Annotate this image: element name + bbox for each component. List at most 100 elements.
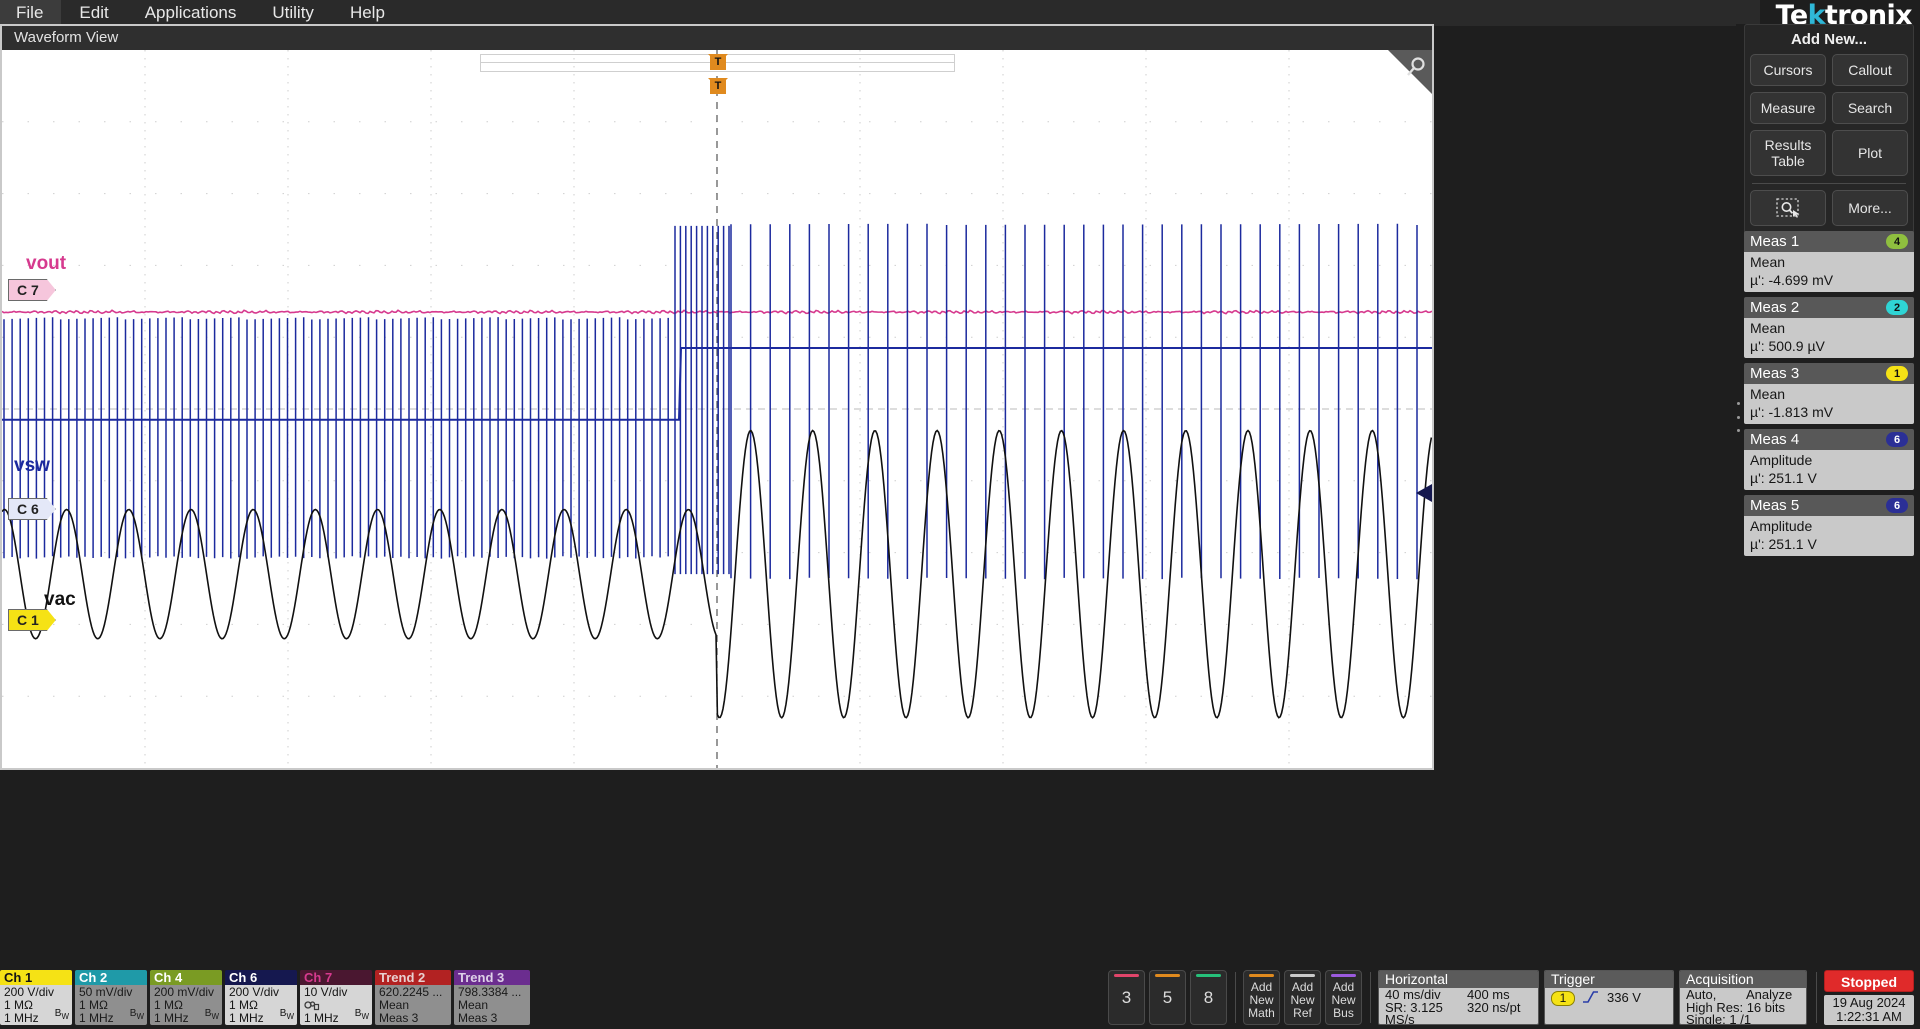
waveform-view-title: Waveform View [2, 26, 1432, 50]
trend-badge-2-source: Meas 3 [379, 1011, 419, 1025]
add-measure-button[interactable]: Measure [1750, 92, 1826, 124]
measurement-badge-5-type: Amplitude [1750, 518, 1813, 534]
run-stop-button[interactable]: Stopped [1824, 970, 1914, 992]
channel-badge-ch4[interactable]: Ch 4 200 mV/div 1 MΩ 1 MHz BW [150, 970, 222, 1025]
add-new-ref-button[interactable]: Add New Ref [1284, 970, 1321, 1025]
measurement-badge-4-header: Meas 4 6 [1744, 429, 1914, 450]
channel-badge-ch1[interactable]: Ch 1 200 V/div 1 MΩ 1 MHz BW [0, 970, 72, 1025]
trigger-marker-label-overview: T [710, 54, 726, 70]
trend-badge-3-name: Trend 3 [454, 970, 530, 985]
inactive-channel-button-3-label: 3 [1121, 987, 1132, 1007]
inactive-channel-button-3[interactable]: 3 [1108, 970, 1145, 1025]
measurement-badge-2[interactable]: Meas 2 2 Mean µ': 500.9 µV [1744, 297, 1914, 358]
measurement-badge-4-value: µ': 251.1 V [1750, 470, 1817, 486]
channel-badge-ch6[interactable]: Ch 6 200 V/div 1 MΩ 1 MHz BW [225, 970, 297, 1025]
waveform-view-panel[interactable]: Waveform View vout C 7 vsw C 6 vac C 1 T… [0, 24, 1434, 770]
zoom-corner-icon[interactable] [1388, 50, 1432, 94]
channel-badge-ch6-name: Ch 6 [225, 970, 297, 985]
add-new-ref-line3: Ref [1293, 1006, 1312, 1020]
menu-item-file[interactable]: File [0, 0, 62, 26]
measurement-badge-5-body: Amplitude µ': 251.1 V [1744, 516, 1914, 556]
measurement-badge-3-title: Meas 3 [1750, 365, 1800, 382]
trend-badge-2-body: 620.2245 ... Mean Meas 3 [375, 985, 451, 1025]
bottom-bar-divider-3 [1816, 972, 1817, 1023]
acquisition-panel[interactable]: Acquisition Auto, Analyze High Res: 16 bi… [1679, 970, 1807, 1025]
zoom-area-button[interactable] [1750, 190, 1826, 226]
channel-badge-ch6-bw-icon: BW [279, 1008, 294, 1021]
add-new-panel: Add New... Cursors Callout Measure Searc… [1744, 24, 1914, 235]
channel-badge-ch2[interactable]: Ch 2 50 mV/div 1 MΩ 1 MHz BW [75, 970, 147, 1025]
measurement-badge-5[interactable]: Meas 5 6 Amplitude µ': 251.1 V [1744, 495, 1914, 556]
time-text: 1:22:31 AM [1836, 1008, 1902, 1024]
channel-badge-ch1-body: 200 V/div 1 MΩ 1 MHz BW [0, 985, 72, 1025]
measurement-badge-2-body: Mean µ': 500.9 µV [1744, 318, 1914, 358]
measurement-badge-list: Meas 1 4 Mean µ': -4.699 mV Meas 2 2 Mea… [1744, 231, 1914, 561]
add-callout-button[interactable]: Callout [1832, 54, 1908, 86]
measurement-badge-2-value: µ': 500.9 µV [1750, 338, 1825, 354]
inactive-channel-button-8[interactable]: 8 [1190, 970, 1227, 1025]
menu-bar: File Edit Applications Utility Help [0, 0, 1760, 26]
trigger-source-badge[interactable]: 1 [1551, 990, 1575, 1006]
waveform-badge-c6[interactable]: C 6 [8, 498, 56, 520]
measurement-badge-5-header: Meas 5 6 [1744, 495, 1914, 516]
add-plot-button[interactable]: Plot [1832, 130, 1908, 176]
measurement-badge-3-type: Mean [1750, 386, 1786, 402]
inactive-channel-button-5-label: 5 [1162, 987, 1173, 1007]
graticule-area[interactable]: vout C 7 vsw C 6 vac C 1 [2, 50, 1432, 768]
horizontal-panel-body: 40 ms/div 400 ms SR: 3.125 MS/s 320 ns/pt … [1379, 988, 1538, 1024]
zoom-area-icon [1776, 198, 1800, 218]
measurement-badge-5-source: 6 [1886, 498, 1908, 513]
measurement-badge-5-value: µ': 251.1 V [1750, 536, 1817, 552]
inactive-channel-button-8-label: 8 [1203, 987, 1214, 1007]
trigger-panel[interactable]: Trigger 1 336 V [1544, 970, 1674, 1025]
acquisition-panel-body: Auto, Analyze High Res: 16 bits Single: 1… [1680, 988, 1806, 1025]
measurement-badge-4-type: Amplitude [1750, 452, 1813, 468]
channel-badge-ch7[interactable]: Ch 7 10 V/div 1 MHz BW [300, 970, 372, 1025]
add-search-button[interactable]: Search [1832, 92, 1908, 124]
horizontal-panel[interactable]: Horizontal 40 ms/div 400 ms SR: 3.125 MS/… [1378, 970, 1539, 1025]
measurement-badge-4[interactable]: Meas 4 6 Amplitude µ': 251.1 V [1744, 429, 1914, 490]
inactive-channel-button-5[interactable]: 5 [1149, 970, 1186, 1025]
measurement-badge-1[interactable]: Meas 1 4 Mean µ': -4.699 mV [1744, 231, 1914, 292]
bottom-control-bar: Ch 1 200 V/div 1 MΩ 1 MHz BW Ch 2 50 mV/… [0, 970, 1920, 1029]
channel-badge-ch2-body: 50 mV/div 1 MΩ 1 MHz BW [75, 985, 147, 1025]
measurement-badge-3-body: Mean µ': -1.813 mV [1744, 384, 1914, 424]
channel-badge-ch4-name: Ch 4 [150, 970, 222, 985]
measurement-badge-4-body: Amplitude µ': 251.1 V [1744, 450, 1914, 490]
measurement-badge-1-value: µ': -4.699 mV [1750, 272, 1834, 288]
run-status-group: Stopped 19 Aug 2024 1:22:31 AM [1824, 970, 1914, 1025]
acquisition-panel-title: Acquisition [1680, 971, 1806, 988]
channel-badge-ch1-bw-icon: BW [54, 1008, 69, 1021]
date-text: 19 Aug 2024 [1832, 995, 1906, 1010]
bottom-bar-divider-2 [1370, 972, 1371, 1023]
more-button[interactable]: More... [1832, 190, 1908, 226]
trend-badge-3-body: 798.3384 ... Mean Meas 3 [454, 985, 530, 1025]
menu-item-applications[interactable]: Applications [127, 0, 255, 26]
trigger-panel-title: Trigger [1545, 971, 1673, 988]
menu-item-utility[interactable]: Utility [254, 0, 332, 26]
trend-badge-3-source: Meas 3 [458, 1011, 498, 1025]
measurement-badge-3[interactable]: Meas 3 1 Mean µ': -1.813 mV [1744, 363, 1914, 424]
menu-item-help[interactable]: Help [332, 0, 403, 26]
channel-badge-ch1-name: Ch 1 [0, 970, 72, 985]
add-new-math-button[interactable]: Add New Math [1243, 970, 1280, 1025]
channel-level-arrow-c6[interactable] [1416, 482, 1432, 504]
add-results-table-button[interactable]: Results Table [1750, 130, 1826, 176]
menu-item-edit[interactable]: Edit [61, 0, 126, 26]
add-new-bus-button[interactable]: Add New Bus [1325, 970, 1362, 1025]
trigger-marker-main[interactable]: T [708, 78, 728, 100]
waveform-badge-c7[interactable]: C 7 [8, 279, 56, 301]
acquisition-single: Single: 1 /1 [1686, 1012, 1752, 1025]
add-new-title: Add New... [1790, 31, 1868, 48]
measurement-badge-2-title: Meas 2 [1750, 299, 1800, 316]
waveform-label-vac: vac [44, 589, 76, 610]
trigger-panel-body: 1 336 V [1545, 988, 1673, 1024]
trend-badge-2[interactable]: Trend 2 620.2245 ... Mean Meas 3 [375, 970, 451, 1025]
add-cursors-button[interactable]: Cursors [1750, 54, 1826, 86]
waveform-badge-c1[interactable]: C 1 [8, 609, 56, 631]
channel-badge-ch7-vdiv: 10 V/div [304, 985, 348, 999]
measurement-list-drag-handle[interactable] [1737, 402, 1743, 432]
measurement-badge-1-title: Meas 1 [1750, 233, 1800, 250]
trigger-marker-overview[interactable]: T [708, 54, 728, 76]
trend-badge-3[interactable]: Trend 3 798.3384 ... Mean Meas 3 [454, 970, 530, 1025]
